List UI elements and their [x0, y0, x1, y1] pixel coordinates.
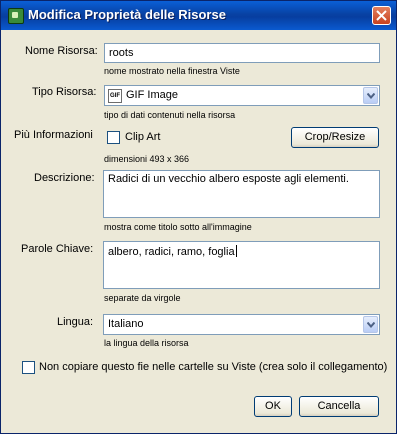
ok-button[interactable]: OK — [254, 396, 292, 417]
dialog-body: Nome Risorsa: roots nome mostrato nella … — [1, 30, 396, 433]
dialog-window: Modifica Proprietà delle Risorse Nome Ri… — [0, 0, 397, 434]
clipart-checkbox[interactable] — [107, 131, 120, 144]
clipart-label: Clip Art — [125, 131, 161, 143]
nocopy-checkbox[interactable] — [22, 361, 35, 374]
parole-value: albero, radici, ramo, foglia — [108, 246, 235, 258]
parole-hint: separate da virgole — [104, 293, 181, 303]
lingua-hint: la lingua della risorsa — [104, 338, 189, 348]
parole-textarea[interactable]: albero, radici, ramo, foglia — [103, 241, 380, 289]
close-icon — [376, 10, 387, 21]
chevron-down-icon — [367, 322, 375, 328]
parole-text: albero, radici, ramo, foglia — [108, 245, 237, 258]
nome-value: roots — [109, 47, 134, 59]
descrizione-label: Descrizione: — [34, 172, 95, 184]
tipo-hint: tipo di dati contenuti nella risorsa — [104, 110, 236, 120]
window-title: Modifica Proprietà delle Risorse — [28, 7, 226, 22]
cancel-button[interactable]: Cancella — [299, 396, 379, 417]
descrizione-value: Radici di un vecchio albero esposte agli… — [108, 173, 349, 185]
crop-resize-button[interactable]: Crop/Resize — [291, 127, 379, 148]
descrizione-textarea[interactable]: Radici di un vecchio albero esposte agli… — [103, 170, 380, 218]
descrizione-hint: mostra come titolo sotto all'immagine — [104, 222, 252, 232]
lingua-dropdown-button[interactable] — [363, 316, 378, 333]
app-icon — [8, 8, 24, 24]
lingua-label: Lingua: — [57, 316, 94, 328]
dimensions-text: dimensioni 493 x 366 — [104, 154, 190, 164]
lingua-value: Italiano — [108, 318, 144, 330]
text-caret — [235, 245, 237, 257]
parole-label: Parole Chiave: — [21, 243, 94, 255]
tipo-label: Tipo Risorsa: — [32, 86, 97, 98]
gif-file-icon: GIF — [108, 89, 122, 103]
close-button[interactable] — [372, 6, 391, 25]
title-bar[interactable]: Modifica Proprietà delle Risorse — [1, 1, 396, 30]
nome-hint: nome mostrato nella finestra Viste — [104, 66, 240, 76]
tipo-value: GIF Image — [126, 89, 178, 101]
info-label: Più Informazioni — [14, 129, 93, 141]
nome-label: Nome Risorsa: — [25, 45, 98, 57]
nome-input[interactable]: roots — [104, 43, 380, 63]
chevron-down-icon — [367, 93, 375, 99]
tipo-dropdown-button[interactable] — [363, 87, 378, 104]
tipo-select[interactable]: GIF GIF Image — [104, 85, 380, 106]
nocopy-label: Non copiare questo fie nelle cartelle su… — [39, 361, 388, 373]
lingua-select[interactable]: Italiano — [103, 314, 380, 335]
